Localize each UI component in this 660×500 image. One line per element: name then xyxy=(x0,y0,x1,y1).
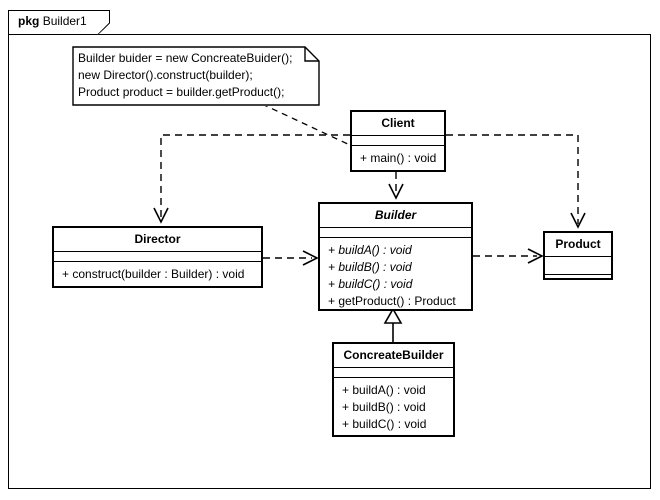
class-box-director[interactable]: Director + construct(builder : Builder) … xyxy=(52,226,263,288)
class-name-concreatebuilder: ConcreateBuilder xyxy=(334,344,453,368)
note-text: Builder buider = new ConcreateBuider(); … xyxy=(78,50,292,101)
class-name-product: Product xyxy=(545,233,611,257)
package-tab: pkg Builder1 xyxy=(8,10,110,35)
note-line: Builder buider = new ConcreateBuider(); xyxy=(78,51,293,65)
class-operations-concreatebuilder: + buildA() : void + buildB() : void + bu… xyxy=(334,378,453,438)
class-operations-builder: + buildA() : void + buildB() : void + bu… xyxy=(320,238,471,315)
note-line: Product product = builder.getProduct(); xyxy=(78,85,285,99)
class-attributes-concreatebuilder xyxy=(334,368,453,378)
operation-row: + buildA() : void xyxy=(328,243,412,257)
class-attributes-director xyxy=(54,252,261,262)
class-box-concreatebuilder[interactable]: ConcreateBuilder + buildA() : void + bui… xyxy=(332,342,455,437)
note-line: new Director().construct(builder); xyxy=(78,68,253,82)
operation-row: + buildB() : void xyxy=(342,400,426,414)
class-box-product[interactable]: Product xyxy=(543,231,613,280)
class-name-director: Director xyxy=(54,228,261,252)
uml-diagram-canvas: pkg Builder1 Builder buider = new Concre… xyxy=(0,0,660,500)
class-attributes-builder xyxy=(320,228,471,238)
class-attributes-product xyxy=(545,257,611,275)
operation-row: + buildB() : void xyxy=(328,260,412,274)
operation-row: + buildC() : void xyxy=(342,417,427,431)
note-comment: Builder buider = new ConcreateBuider(); … xyxy=(72,46,320,106)
class-box-builder[interactable]: Builder + buildA() : void + buildB() : v… xyxy=(318,202,473,311)
package-keyword: pkg xyxy=(18,14,40,28)
operation-row: + buildA() : void xyxy=(342,383,426,397)
class-box-client[interactable]: Client + main() : void xyxy=(350,110,446,172)
operation-row: + construct(builder : Builder) : void xyxy=(62,267,245,281)
class-name-builder: Builder xyxy=(320,204,471,228)
class-operations-client: + main() : void xyxy=(352,146,444,172)
class-name-client: Client xyxy=(352,112,444,136)
operation-row: + getProduct() : Product xyxy=(328,294,456,308)
operation-row: + main() : void xyxy=(360,151,437,165)
package-label: pkg Builder1 xyxy=(18,14,87,28)
class-operations-product xyxy=(545,275,611,292)
class-operations-director: + construct(builder : Builder) : void xyxy=(54,262,261,288)
operation-row: + buildC() : void xyxy=(328,277,413,291)
package-name: Builder1 xyxy=(42,14,87,28)
class-attributes-client xyxy=(352,136,444,146)
